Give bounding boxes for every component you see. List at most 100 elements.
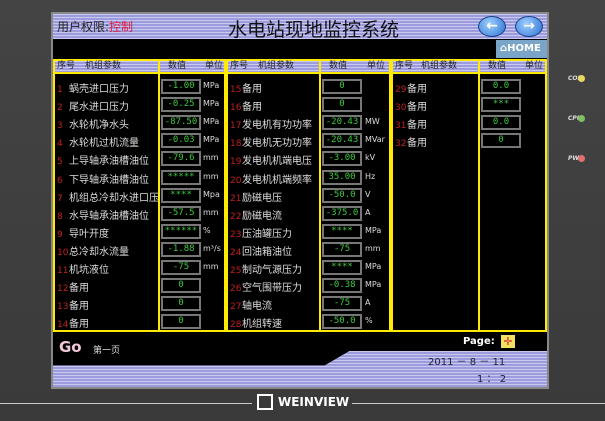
param-seq: 9 <box>57 229 63 240</box>
arrow-right-icon[interactable]: → <box>515 16 543 37</box>
led-com: COM <box>565 75 585 82</box>
param-row: 13备用 <box>57 297 89 313</box>
param-seq: 7 <box>57 193 63 204</box>
param-value: -50.0 <box>322 314 362 330</box>
param-row: 26空气围带压力 <box>230 279 302 295</box>
param-value: 0 <box>481 133 521 149</box>
param-value: -20.43 <box>322 115 362 131</box>
param-value: **** <box>161 187 201 203</box>
param-unit: MPa <box>365 225 382 235</box>
param-name: 下导轴承油槽油位 <box>69 174 149 186</box>
param-value: 0.0 <box>481 79 521 94</box>
led-label: PWR <box>568 155 584 162</box>
first-page-link[interactable]: 第一页 <box>93 343 120 356</box>
panel-header: 序号 机组参数 数值 单位 <box>53 59 226 74</box>
param-value: -75 <box>322 296 362 312</box>
param-seq: 8 <box>57 211 63 222</box>
param-row: 15备用 <box>230 80 262 96</box>
param-seq: 13 <box>57 302 69 313</box>
param-row: 20发电机机端频率 <box>230 171 312 187</box>
param-value: -1.00 <box>161 79 201 94</box>
param-name: 空气围带压力 <box>242 283 302 295</box>
param-name: 备用 <box>242 102 262 114</box>
param-seq: 24 <box>230 247 242 258</box>
col-value: 数值 <box>329 61 348 71</box>
col-unit: 单位 <box>367 61 386 71</box>
panel-header: 序号 机组参数 数值 单位 <box>226 59 391 74</box>
param-value: -0.38 <box>322 278 362 294</box>
col-value: 数值 <box>168 61 187 71</box>
led-label: CPU <box>568 115 582 122</box>
param-unit: mm <box>203 262 219 271</box>
param-seq: 27 <box>230 302 242 313</box>
param-unit: MPa <box>203 117 220 127</box>
param-name: 上导轴承油槽油位 <box>69 156 149 168</box>
param-value: -87.50 <box>161 115 201 131</box>
divider <box>478 59 480 332</box>
param-seq: 18 <box>230 139 242 150</box>
led-cpu: CPU <box>565 115 585 122</box>
home-label: HOME <box>507 43 541 54</box>
param-row: 24回油箱油位 <box>230 243 292 259</box>
param-row: 12备用 <box>57 279 89 295</box>
go-button[interactable]: Go <box>59 338 82 356</box>
time-display: 1 ： 2 <box>477 374 507 385</box>
col-param: 机组参数 <box>85 61 122 71</box>
param-seq: 25 <box>230 266 242 276</box>
param-row: 21励磁电压 <box>230 189 282 205</box>
col-unit: 单位 <box>205 61 224 71</box>
param-row: 25制动气源压力 <box>230 261 302 277</box>
home-button[interactable]: ⌂HOME <box>496 40 547 58</box>
param-value: 35.00 <box>322 169 362 185</box>
param-seq: 22 <box>230 211 242 222</box>
col-seq: 序号 <box>395 61 414 71</box>
param-unit: MPa <box>365 280 382 290</box>
led-pwr: PWR <box>565 155 585 162</box>
param-value: -0.03 <box>161 133 201 149</box>
param-name: 备用 <box>69 319 89 331</box>
page-title: 水电站现地监控系统 <box>228 19 400 41</box>
param-name: 轴电流 <box>242 301 272 313</box>
param-unit: kV <box>365 153 376 163</box>
param-row: 9 导叶开度 <box>57 225 109 241</box>
param-name: 水轮机净水头 <box>69 120 129 132</box>
weinview-logo-icon <box>257 394 273 410</box>
param-row: 7 机组总冷却水进口压 <box>57 189 159 205</box>
param-seq: 20 <box>230 175 242 186</box>
param-row: 31备用 <box>395 116 427 132</box>
param-name: 尾水进口压力 <box>69 102 129 114</box>
title-bar: 用户权限:控制 水电站现地监控系统 ← → <box>53 14 547 41</box>
date-display: 2011 － 8 － 11 <box>428 357 506 368</box>
arrow-left-icon[interactable]: ← <box>478 16 506 37</box>
param-seq: 19 <box>230 157 242 168</box>
param-unit: % <box>203 225 211 235</box>
param-unit: MVar <box>365 135 385 145</box>
param-value: 0 <box>322 79 362 94</box>
param-unit: A <box>365 207 371 217</box>
panel-header: 序号 机组参数 数值 单位 <box>391 59 547 74</box>
param-value: ***** <box>161 169 201 185</box>
param-row: 22励磁电流 <box>230 207 282 223</box>
param-row: 30备用 <box>395 98 427 114</box>
param-name: 回油箱油位 <box>242 246 292 258</box>
param-row: 23压油罐压力 <box>230 225 292 241</box>
page-select-icon[interactable]: ✛ <box>501 335 515 348</box>
param-name: 励磁电压 <box>242 192 282 204</box>
param-row: 17发电机有功功率 <box>230 116 312 132</box>
param-value: *** <box>481 97 521 113</box>
page-label: Page: <box>463 336 495 347</box>
param-name: 发电机无功功率 <box>242 138 312 150</box>
param-row: 29备用 <box>395 80 427 96</box>
col-seq: 序号 <box>57 61 76 71</box>
param-value: **** <box>322 260 362 275</box>
permission-value: 控制 <box>109 20 134 34</box>
param-unit: MPa <box>203 135 220 145</box>
param-value: -1.88 <box>161 241 201 257</box>
param-row: 1 蜗壳进口压力 <box>57 80 129 96</box>
param-seq: 31 <box>395 121 407 132</box>
param-unit: Mpa <box>203 189 220 199</box>
param-value: **** <box>322 223 362 239</box>
param-row: 2 尾水进口压力 <box>57 98 129 114</box>
param-seq: 11 <box>57 266 69 276</box>
param-seq: 4 <box>57 139 63 150</box>
